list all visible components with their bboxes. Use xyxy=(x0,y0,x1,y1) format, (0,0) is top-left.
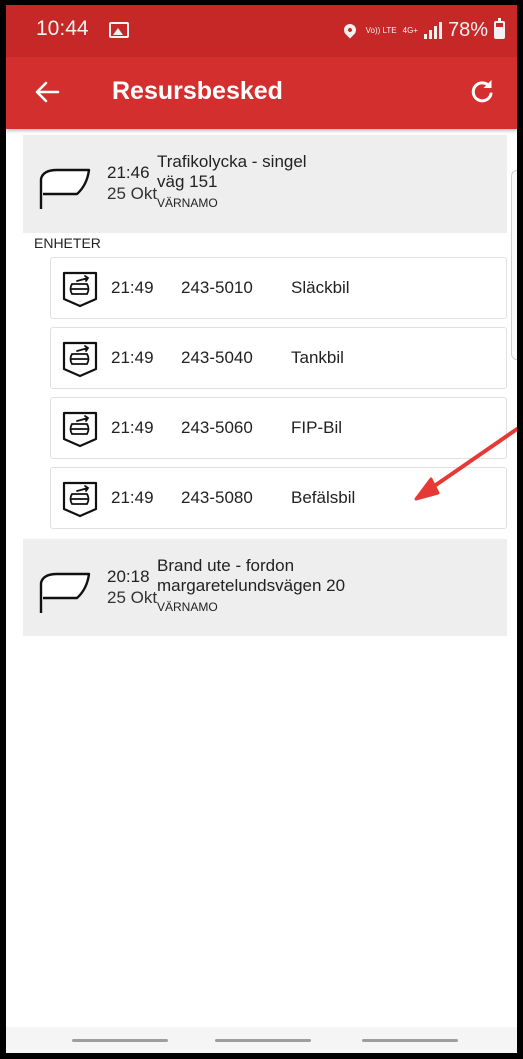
unit-row[interactable]: 21:49 243-5010 Släckbil xyxy=(50,257,507,319)
gallery-icon xyxy=(109,22,129,38)
status-icons: Vo)) LTE 4G+ 78% xyxy=(341,17,505,43)
unit-id: 243-5010 xyxy=(181,278,253,297)
flag-icon xyxy=(39,168,91,209)
incident-type: Brand ute - fordon xyxy=(157,556,295,575)
battery-percent: 78% xyxy=(447,18,488,41)
signal-icon xyxy=(423,21,442,39)
unit-type: FIP-Bil xyxy=(291,418,342,437)
unit-row[interactable]: 21:49 243-5060 FIP-Bil xyxy=(50,397,507,459)
refresh-icon xyxy=(471,80,493,103)
incident-address: margaretelundsvägen 20 xyxy=(157,576,346,595)
fire-truck-icon xyxy=(62,481,98,518)
fire-truck-icon xyxy=(62,341,98,378)
page-title: Resursbesked xyxy=(112,77,283,105)
volte-icon: Vo)) LTE xyxy=(365,25,397,35)
fire-truck-icon xyxy=(62,271,98,308)
unit-id: 243-5040 xyxy=(181,348,253,367)
unit-time: 21:49 xyxy=(111,418,154,437)
nav-recent-button[interactable] xyxy=(72,1039,168,1042)
status-time: 10:44 xyxy=(36,17,89,40)
network-type: 4G+ xyxy=(402,25,418,35)
phone-frame: 10:44 Vo)) LTE 4G+ 78% Resursbesked 21:4… xyxy=(0,0,523,1059)
fire-truck-icon xyxy=(62,411,98,448)
scroll-handle[interactable] xyxy=(511,170,517,360)
nav-home-button[interactable] xyxy=(215,1039,311,1042)
incident-city: VÄRNAMO xyxy=(157,196,218,210)
unit-row[interactable]: 21:49 243-5040 Tankbil xyxy=(50,327,507,389)
unit-type: Befälsbil xyxy=(291,488,356,507)
units-section-label: ENHETER xyxy=(34,235,101,251)
unit-id: 243-5080 xyxy=(181,488,253,507)
incident-address: väg 151 xyxy=(157,172,218,191)
unit-row[interactable]: 21:49 243-5080 Befälsbil xyxy=(50,467,507,529)
incident-city: VÄRNAMO xyxy=(157,600,218,614)
system-nav-bar xyxy=(6,1027,517,1053)
incident-date: 25 Okt xyxy=(107,184,158,203)
unit-type: Släckbil xyxy=(291,278,350,297)
back-button[interactable] xyxy=(32,75,64,109)
nav-back-button[interactable] xyxy=(362,1039,458,1042)
unit-time: 21:49 xyxy=(111,348,154,367)
incident-card[interactable]: 21:46 25 Okt Trafikolycka - singel väg 1… xyxy=(23,135,507,233)
arrow-left-icon xyxy=(35,81,60,103)
status-bar: 10:44 Vo)) LTE 4G+ 78% xyxy=(6,5,517,57)
unit-time: 21:49 xyxy=(111,278,154,297)
unit-id: 243-5060 xyxy=(181,418,253,437)
incident-date: 25 Okt xyxy=(107,588,158,607)
incident-time: 20:18 xyxy=(107,567,150,586)
incident-type: Trafikolycka - singel xyxy=(157,152,307,171)
incident-time: 21:46 xyxy=(107,163,150,182)
unit-time: 21:49 xyxy=(111,488,154,507)
incident-card[interactable]: 20:18 25 Okt Brand ute - fordon margaret… xyxy=(23,539,507,636)
unit-type: Tankbil xyxy=(291,348,344,367)
screen: 10:44 Vo)) LTE 4G+ 78% Resursbesked 21:4… xyxy=(6,5,517,1053)
flag-icon xyxy=(39,572,91,613)
refresh-button[interactable] xyxy=(465,75,499,109)
app-bar: Resursbesked xyxy=(6,57,517,129)
location-icon xyxy=(341,21,359,39)
battery-icon xyxy=(494,18,505,39)
